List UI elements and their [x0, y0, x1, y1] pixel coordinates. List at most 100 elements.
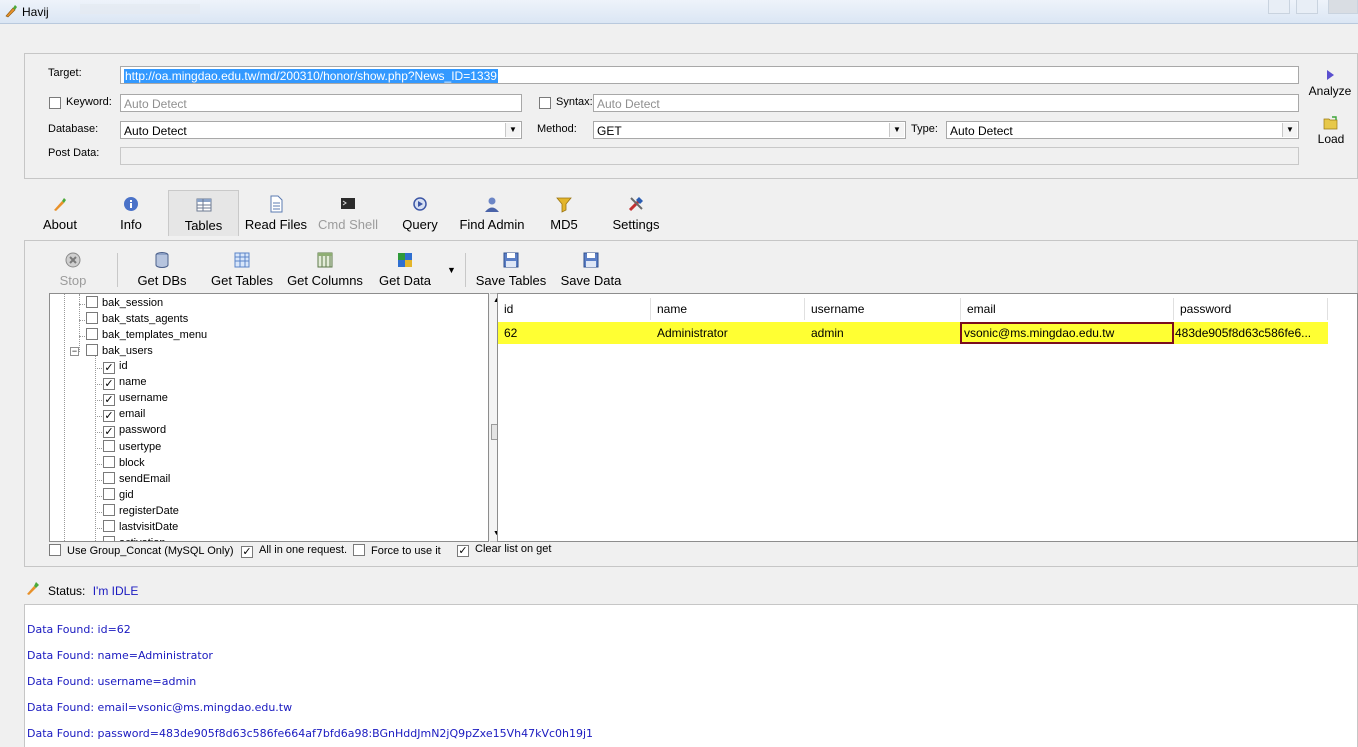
post-data-input[interactable] [120, 147, 1299, 165]
get-columns-button[interactable]: Get Columns [285, 251, 365, 288]
tree-column-item[interactable]: ✓ email [103, 408, 145, 424]
tables-tree[interactable]: − bak_session bak_stats_agents bak_templat… [49, 293, 489, 542]
data-grid[interactable]: id name username email password 62 Admin… [497, 293, 1358, 542]
tree-column-item[interactable]: sendEmail [103, 472, 170, 488]
tree-checkbox[interactable] [103, 488, 115, 500]
clear-list-option[interactable]: ✓ Clear list on get [457, 543, 551, 557]
tab-read-files[interactable]: Read Files [244, 190, 308, 236]
tab-find-admin[interactable]: Find Admin [456, 190, 528, 236]
tab-query[interactable]: Query [396, 190, 444, 236]
column-header-id[interactable]: id [498, 298, 651, 320]
tree-checkbox[interactable] [103, 520, 115, 532]
minimize-button[interactable] [1268, 0, 1290, 14]
tree-checkbox[interactable] [86, 312, 98, 324]
tab-about[interactable]: About [34, 190, 86, 236]
tree-checkbox[interactable] [103, 440, 115, 452]
save-data-button[interactable]: Save Data [559, 251, 623, 288]
tree-column-item[interactable]: activation [103, 536, 165, 541]
load-button[interactable]: Load [1311, 116, 1351, 146]
target-url-input[interactable]: http://oa.mingdao.edu.tw/md/200310/honor… [120, 66, 1299, 84]
cell-name[interactable]: Administrator [651, 322, 805, 344]
all-in-one-checkbox[interactable]: ✓ [241, 546, 253, 558]
stop-button[interactable]: Stop [53, 251, 93, 288]
get-data-button[interactable]: Get Data [375, 251, 435, 288]
columns-icon [317, 252, 333, 268]
tree-item-label: block [119, 457, 145, 469]
tab-md5[interactable]: MD5 [544, 190, 584, 236]
tree-column-item[interactable]: gid [103, 488, 134, 504]
info-icon [124, 197, 138, 211]
close-button[interactable] [1328, 0, 1358, 14]
tab-settings[interactable]: Settings [608, 190, 664, 236]
syntax-input[interactable]: Auto Detect [593, 94, 1299, 112]
cell-email[interactable]: vsonic@ms.mingdao.edu.tw [960, 322, 1174, 344]
tree-checkbox[interactable] [103, 456, 115, 468]
type-select[interactable]: Auto Detect ▼ [946, 121, 1299, 139]
tree-column-item[interactable]: registerDate [103, 504, 179, 520]
tree-checkbox[interactable]: ✓ [103, 410, 115, 422]
tree-table-item[interactable]: bak_templates_menu [86, 328, 207, 344]
stop-icon [65, 252, 81, 268]
chevron-down-icon[interactable]: ▼ [447, 265, 456, 275]
chevron-down-icon: ▼ [889, 123, 904, 137]
tree-column-item[interactable]: ✓ name [103, 376, 147, 392]
tab-cmd-shell[interactable]: Cmd Shell [316, 190, 380, 236]
havij-logo-icon [5, 5, 17, 18]
column-header-email[interactable]: email [961, 298, 1174, 320]
cell-password[interactable]: 483de905f8d63c586fe6... [1172, 322, 1328, 344]
tree-checkbox[interactable] [86, 328, 98, 340]
collapse-icon[interactable]: − [70, 347, 79, 356]
tree-checkbox[interactable]: ✓ [103, 362, 115, 374]
keyword-checkbox[interactable] [49, 97, 61, 109]
tab-info[interactable]: Info [110, 190, 152, 236]
tab-label: Read Files [244, 217, 308, 232]
force-option[interactable]: Force to use it [353, 544, 441, 557]
syntax-checkbox[interactable] [539, 97, 551, 109]
tree-checkbox[interactable] [103, 536, 115, 541]
maximize-button[interactable] [1296, 0, 1318, 14]
tree-checkbox[interactable] [86, 344, 98, 356]
column-header-password[interactable]: password [1174, 298, 1328, 320]
get-dbs-button[interactable]: Get DBs [133, 251, 191, 288]
tree-checkbox[interactable]: ✓ [103, 394, 115, 406]
toolbar-separator [117, 253, 118, 287]
all-in-one-option[interactable]: ✓ All in one request. [241, 544, 347, 558]
group-concat-checkbox[interactable] [49, 544, 61, 556]
tree-checkbox[interactable] [103, 504, 115, 516]
clear-list-checkbox[interactable]: ✓ [457, 545, 469, 557]
group-concat-option[interactable]: Use Group_Concat (MySQL Only) [49, 544, 233, 557]
target-label: Target: [48, 67, 82, 79]
window-title: Havij [22, 5, 49, 19]
method-select[interactable]: GET ▼ [593, 121, 906, 139]
tree-checkbox[interactable]: ✓ [103, 426, 115, 438]
get-tables-button[interactable]: Get Tables [207, 251, 277, 288]
force-checkbox[interactable] [353, 544, 365, 556]
table-row[interactable]: 62 Administrator admin vsonic@ms.mingdao… [498, 322, 1328, 344]
tree-item-label: bak_users [102, 345, 153, 357]
cell-username[interactable]: admin [805, 322, 961, 344]
tree-column-item[interactable]: ✓ id [103, 360, 128, 376]
get-dbs-label: Get DBs [137, 273, 187, 288]
database-select[interactable]: Auto Detect ▼ [120, 121, 522, 139]
column-header-username[interactable]: username [805, 298, 961, 320]
analyze-button[interactable]: Analyze [1308, 68, 1352, 98]
tree-column-item[interactable]: lastvisitDate [103, 520, 178, 536]
column-header-name[interactable]: name [651, 298, 805, 320]
tree-checkbox[interactable] [103, 472, 115, 484]
save-data-label: Save Data [560, 273, 622, 288]
tree-column-item[interactable]: ✓ password [103, 424, 166, 440]
log-output[interactable]: Data Found: id=62 Data Found: name=Admin… [24, 604, 1358, 747]
tree-table-item[interactable]: bak_stats_agents [86, 312, 188, 328]
keyword-input[interactable]: Auto Detect [120, 94, 522, 112]
tree-checkbox[interactable]: ✓ [103, 378, 115, 390]
cell-id[interactable]: 62 [498, 322, 651, 344]
tree-column-item[interactable]: ✓ username [103, 392, 168, 408]
tree-table-item[interactable]: bak_users [86, 344, 153, 360]
tab-tables[interactable]: Tables [168, 190, 239, 236]
tree-table-item[interactable]: bak_session [86, 296, 163, 312]
save-tables-button[interactable]: Save Tables [475, 251, 547, 288]
type-value: Auto Detect [950, 124, 1013, 138]
tree-column-item[interactable]: block [103, 456, 145, 472]
tree-checkbox[interactable] [86, 296, 98, 308]
tree-column-item[interactable]: usertype [103, 440, 161, 456]
